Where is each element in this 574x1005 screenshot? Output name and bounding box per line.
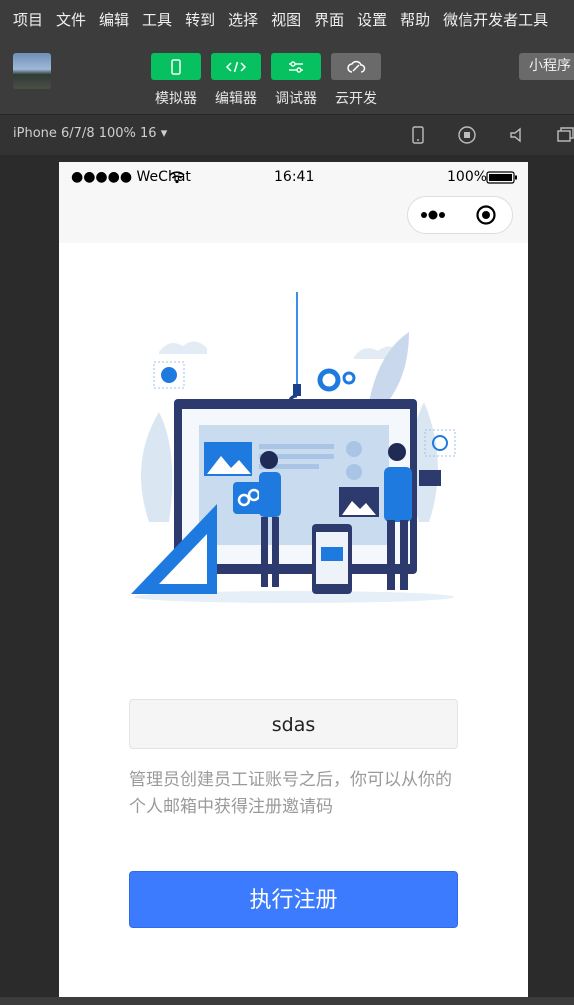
record-icon[interactable] bbox=[457, 125, 477, 145]
menu-item-tools[interactable]: 工具 bbox=[142, 9, 172, 30]
capsule-menu bbox=[407, 196, 513, 234]
menu-item-select[interactable]: 选择 bbox=[228, 9, 258, 30]
register-button[interactable]: 执行注册 bbox=[129, 871, 458, 928]
more-icon[interactable] bbox=[420, 208, 450, 222]
invite-hint-text: 管理员创建员工证账号之后，你可以从你的个人邮箱中获得注册邀请码 bbox=[129, 770, 452, 817]
device-rotate-icon[interactable] bbox=[410, 125, 426, 145]
menu-item-file[interactable]: 文件 bbox=[56, 9, 86, 30]
menu-item-help[interactable]: 帮助 bbox=[400, 9, 430, 30]
battery-icon bbox=[486, 171, 517, 184]
code-icon bbox=[225, 61, 247, 72]
menu-item-app-name[interactable]: 微信开发者工具 bbox=[443, 9, 548, 30]
cloud-dev-button[interactable] bbox=[331, 53, 381, 80]
bottom-panel-edge bbox=[0, 997, 574, 1005]
phone-header: ●●●●● WeChat 16:41 100% bbox=[59, 162, 528, 243]
simulator-button[interactable] bbox=[151, 53, 201, 80]
debugger-button[interactable] bbox=[271, 53, 321, 80]
menu-item-project[interactable]: 项目 bbox=[13, 9, 43, 30]
editor-button[interactable] bbox=[211, 53, 261, 80]
status-time: 16:41 bbox=[274, 169, 315, 185]
device-selector[interactable]: iPhone 6/7/8 100% 16 ▾ bbox=[13, 126, 167, 141]
phone-simulator: ●●●●● WeChat 16:41 100% sdas 管理员创建员工证账号之… bbox=[59, 162, 528, 997]
miniprogram-mode-button[interactable]: 小程序 bbox=[519, 53, 574, 80]
register-illustration bbox=[131, 292, 456, 603]
menu-item-goto[interactable]: 转到 bbox=[185, 9, 215, 30]
menu-item-edit[interactable]: 编辑 bbox=[99, 9, 129, 30]
close-miniprogram-icon[interactable] bbox=[476, 205, 496, 225]
menu-bar: 项目 文件 编辑 工具 转到 选择 视图 界面 设置 帮助 微信开发者工具 bbox=[0, 0, 574, 38]
cloud-dev-label: 云开发 bbox=[335, 91, 377, 107]
phone-icon bbox=[171, 58, 181, 75]
volume-icon[interactable] bbox=[508, 125, 526, 145]
menu-item-view[interactable]: 视图 bbox=[271, 9, 301, 30]
invite-code-input[interactable]: sdas bbox=[129, 699, 458, 749]
cloud-icon bbox=[347, 60, 366, 73]
wifi-icon bbox=[169, 171, 185, 184]
avatar[interactable] bbox=[13, 53, 51, 89]
window-icon[interactable] bbox=[556, 125, 574, 145]
sliders-icon bbox=[289, 60, 303, 73]
device-bar: iPhone 6/7/8 100% 16 ▾ bbox=[0, 114, 574, 155]
toolbar: 模拟器 编辑器 调试器 云开发 小程序 bbox=[0, 38, 574, 114]
status-battery: 100% bbox=[447, 169, 488, 185]
menu-item-settings[interactable]: 设置 bbox=[357, 9, 387, 30]
menu-item-interface[interactable]: 界面 bbox=[314, 9, 344, 30]
